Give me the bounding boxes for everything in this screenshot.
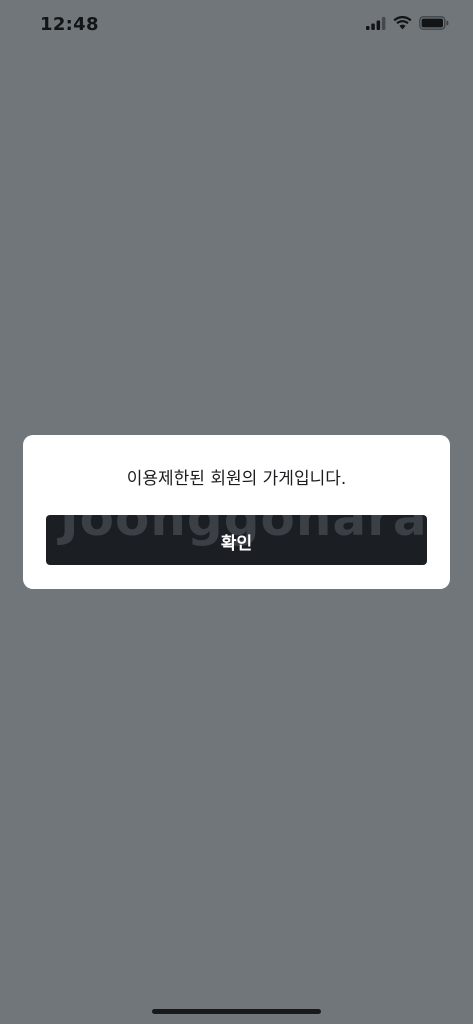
confirm-button-label: 확인 — [220, 534, 253, 553]
screen: 12:48 이용제한된 회원의 가게입니다. Joonggonara 확인 — [0, 0, 473, 1024]
status-icons — [366, 16, 449, 30]
confirm-button[interactable]: Joonggonara 확인 — [46, 515, 427, 565]
battery-icon — [419, 16, 449, 30]
home-indicator[interactable] — [152, 1009, 321, 1014]
wifi-icon — [393, 16, 412, 30]
cellular-signal-icon — [366, 16, 386, 30]
status-time: 12:48 — [40, 14, 99, 35]
status-bar: 12:48 — [0, 0, 473, 52]
dialog-message: 이용제한된 회원의 가게입니다. — [126, 469, 347, 489]
alert-dialog — [23, 435, 450, 589]
